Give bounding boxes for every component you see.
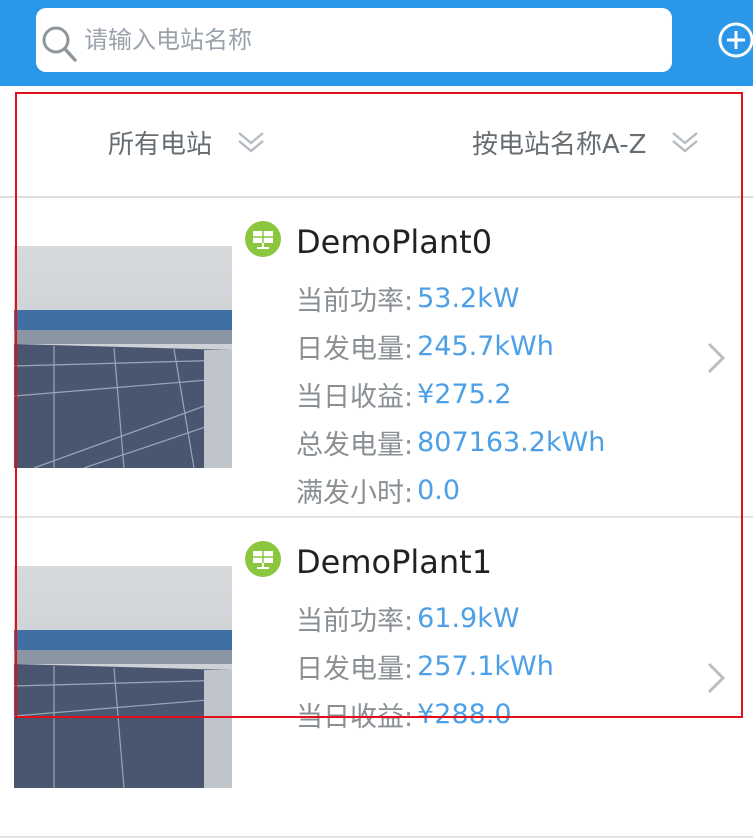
plant-name: DemoPlant0	[296, 223, 493, 261]
solar-panel-icon	[245, 541, 281, 577]
filter-bar: 所有电站 按电站名称A-Z	[0, 92, 753, 198]
top-bar	[0, 0, 753, 86]
plant-list-item[interactable]: DemoPlant0 当前功率: 53.2kW 日发电量: 245.7kWh 当…	[0, 198, 753, 518]
stat-total-generation: 总发电量: 807163.2kWh	[296, 418, 605, 466]
plant-stats: 当前功率: 53.2kW 日发电量: 245.7kWh 当日收益: ¥275.2…	[296, 274, 605, 514]
stat-value: ¥288.0	[417, 698, 512, 730]
stat-daily-revenue: 当日收益: ¥275.2	[296, 370, 605, 418]
stat-value: 245.7kWh	[417, 330, 554, 362]
stat-value: 257.1kWh	[417, 650, 554, 682]
chevron-right-icon[interactable]	[701, 338, 729, 378]
stat-label: 当日收益:	[296, 701, 414, 733]
search-input[interactable]	[84, 22, 644, 58]
stat-label: 当日收益:	[296, 381, 414, 413]
sort-label: 按电站名称A-Z	[472, 129, 647, 160]
stat-label: 日发电量:	[296, 653, 414, 685]
plant-list-item[interactable]: DemoPlant1 当前功率: 61.9kW 日发电量: 257.1kWh 当…	[0, 518, 753, 838]
station-filter-label: 所有电站	[108, 129, 213, 160]
solar-panel-icon	[245, 221, 281, 257]
stat-label: 总发电量:	[296, 429, 414, 461]
stat-label: 满发小时:	[296, 477, 414, 509]
plus-circle-icon[interactable]	[716, 20, 753, 60]
plant-name: DemoPlant1	[296, 543, 493, 581]
search-icon[interactable]	[40, 24, 78, 64]
stat-daily-generation: 日发电量: 245.7kWh	[296, 322, 605, 370]
stat-value: 0.0	[417, 474, 461, 506]
stat-label: 当前功率:	[296, 285, 414, 317]
stat-value: ¥275.2	[417, 378, 512, 410]
stat-current-power: 当前功率: 53.2kW	[296, 274, 605, 322]
plant-stats: 当前功率: 61.9kW 日发电量: 257.1kWh 当日收益: ¥288.0	[296, 594, 554, 738]
plant-photo	[14, 566, 232, 788]
sort-dropdown[interactable]: 按电站名称A-Z	[472, 122, 700, 162]
stat-daily-generation: 日发电量: 257.1kWh	[296, 642, 554, 690]
stat-label: 当前功率:	[296, 605, 414, 637]
stat-value: 61.9kW	[417, 602, 520, 634]
stat-label: 日发电量:	[296, 333, 414, 365]
stat-full-load-hours: 满发小时: 0.0	[296, 466, 605, 514]
double-chevron-down-icon	[238, 132, 264, 153]
double-chevron-down-icon	[672, 132, 699, 153]
stat-daily-revenue: 当日收益: ¥288.0	[296, 690, 554, 738]
search-box[interactable]	[36, 8, 672, 72]
stat-value: 807163.2kWh	[417, 426, 606, 458]
station-filter-dropdown[interactable]: 所有电站	[108, 122, 266, 162]
stat-current-power: 当前功率: 61.9kW	[296, 594, 554, 642]
plant-photo	[14, 246, 232, 468]
stat-value: 53.2kW	[417, 282, 520, 314]
chevron-right-icon[interactable]	[701, 658, 729, 698]
plant-list: DemoPlant0 当前功率: 53.2kW 日发电量: 245.7kWh 当…	[0, 198, 753, 838]
